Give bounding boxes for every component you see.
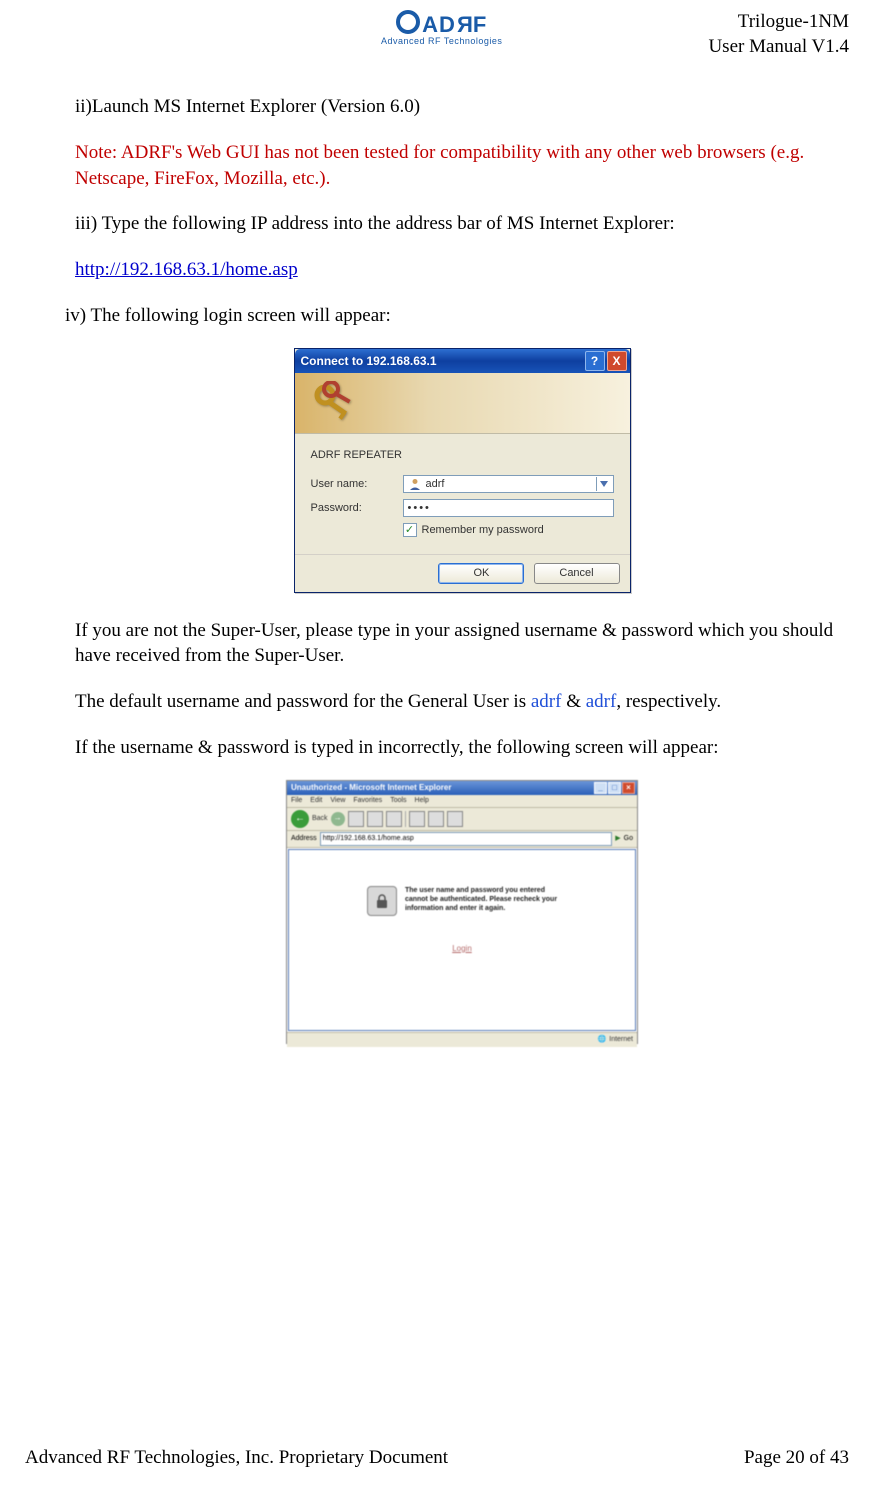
username-input[interactable]: adrf — [403, 475, 614, 493]
ip-link[interactable]: http://192.168.63.1/home.asp — [75, 259, 298, 280]
favorites-icon[interactable] — [428, 811, 444, 827]
forward-icon[interactable]: → — [331, 812, 345, 826]
close-icon[interactable]: X — [607, 351, 627, 371]
cancel-button[interactable]: Cancel — [534, 563, 620, 584]
note: Note: ADRF's Web GUI has not been tested… — [75, 140, 849, 191]
minimize-icon[interactable]: _ — [594, 782, 607, 794]
help-icon[interactable]: ? — [585, 351, 605, 371]
chevron-down-icon[interactable] — [596, 477, 611, 491]
password-input[interactable]: •••• — [403, 499, 614, 517]
step-4: iv) The following login screen will appe… — [65, 303, 849, 329]
para-default-creds: The default username and password for th… — [75, 689, 849, 715]
dialog-titlebar: Connect to 192.168.63.1 ? X — [295, 349, 630, 373]
footer-left: Advanced RF Technologies, Inc. Proprieta… — [25, 1447, 448, 1469]
browser-toolbar: ← Back → — [287, 808, 637, 831]
error-message: The user name and password you entered c… — [405, 886, 557, 913]
server-name: ADRF REPEATER — [311, 448, 614, 463]
login-link[interactable]: Login — [452, 944, 472, 955]
internet-zone-icon: 🌐 — [598, 1035, 607, 1044]
address-label: Address — [291, 834, 317, 843]
remember-checkbox[interactable]: ✓ — [403, 523, 417, 537]
footer-right: Page 20 of 43 — [744, 1447, 849, 1469]
keys-icon — [311, 381, 357, 432]
login-dialog: Connect to 192.168.63.1 ? X — [294, 348, 631, 593]
home-icon[interactable] — [386, 811, 402, 827]
step-3: iii) Type the following IP address into … — [75, 211, 849, 237]
history-icon[interactable] — [447, 811, 463, 827]
address-input[interactable]: http://192.168.63.1/home.asp — [320, 832, 613, 846]
doc-title: Trilogue-1NM User Manual V1.4 — [708, 10, 849, 59]
dialog-banner — [295, 373, 630, 434]
ok-button[interactable]: OK — [438, 563, 524, 584]
step-2: ii)Launch MS Internet Explorer (Version … — [75, 94, 849, 120]
close-icon[interactable]: × — [622, 782, 635, 794]
back-icon[interactable]: ← — [291, 810, 309, 828]
remember-label: Remember my password — [422, 523, 544, 538]
stop-icon[interactable] — [348, 811, 364, 827]
dialog-title: Connect to 192.168.63.1 — [301, 353, 583, 369]
username-label: User name: — [311, 477, 403, 492]
browser-content: The user name and password you entered c… — [288, 849, 636, 1031]
search-icon[interactable] — [409, 811, 425, 827]
refresh-icon[interactable] — [367, 811, 383, 827]
browser-title: Unauthorized - Microsoft Internet Explor… — [291, 783, 593, 794]
logo: ADRF Advanced RF Technologies — [175, 10, 708, 46]
person-icon — [408, 477, 422, 491]
para-after-login: If you are not the Super-User, please ty… — [75, 618, 849, 669]
lock-icon — [367, 886, 397, 916]
error-browser: Unauthorized - Microsoft Internet Explor… — [286, 780, 638, 1044]
para-incorrect: If the username & password is typed in i… — [75, 735, 849, 761]
password-label: Password: — [311, 501, 403, 516]
go-button[interactable]: ▶ — [615, 834, 620, 843]
status-text: Internet — [609, 1035, 633, 1044]
maximize-icon[interactable]: □ — [608, 782, 621, 794]
browser-menu[interactable]: File Edit View Favorites Tools Help — [287, 795, 637, 807]
